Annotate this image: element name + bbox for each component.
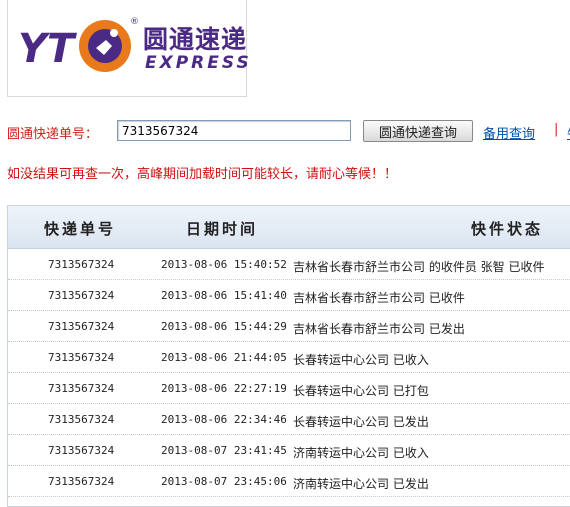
row-status: 吉林省长春市舒兰市公司 已收件	[293, 291, 465, 305]
logo-mark-text: YT	[18, 26, 77, 72]
tracking-search-bar: 圆通快递单号： 圆通快递查询 备用查询 | 牛	[7, 120, 570, 144]
row-tracking-no: 7313567324	[48, 382, 115, 395]
table-body: 7313567324 2013-08-06 15:40:52 吉林省长春市舒兰市公司…	[8, 249, 570, 497]
header-status: 快件状态	[471, 220, 544, 238]
svg-text:®: ®	[130, 17, 139, 27]
backup-query-link[interactable]: 备用查询	[483, 123, 535, 142]
tracking-number-input[interactable]	[117, 120, 351, 141]
row-status: 济南转运中心公司 已发出	[293, 477, 429, 491]
row-datetime: 2013-08-06 21:44:05	[161, 351, 287, 364]
table-row: 7313567324 2013-08-07 23:41:45 济南转运中心公司 已收…	[8, 435, 570, 466]
row-status: 吉林省长春市舒兰市公司 已发出	[293, 322, 465, 336]
row-tracking-no: 7313567324	[48, 413, 115, 426]
row-tracking-no: 7313567324	[48, 289, 115, 302]
table-row: 7313567324 2013-08-06 15:41:40 吉林省长春市舒兰市公司…	[8, 280, 570, 311]
row-datetime: 2013-08-07 23:41:45	[161, 444, 287, 457]
row-tracking-no: 7313567324	[48, 444, 115, 457]
row-datetime: 2013-08-07 23:45:06	[161, 475, 287, 488]
row-tracking-no: 7313567324	[48, 475, 115, 488]
row-datetime: 2013-08-06 22:34:46	[161, 413, 287, 426]
row-status: 长春转运中心公司 已打包	[293, 384, 429, 398]
brand-name-en: EXPRESS	[145, 53, 252, 73]
row-status: 吉林省长春市舒兰市公司 的收件员 张智 已收件	[293, 260, 545, 274]
table-header: 快递单号 日期时间 快件状态	[8, 206, 570, 249]
header-datetime: 日期时间	[186, 220, 259, 238]
row-tracking-no: 7313567324	[48, 258, 115, 271]
track-query-button[interactable]: 圆通快递查询	[363, 120, 473, 142]
tracking-result-table: 快递单号 日期时间 快件状态 7313567324 2013-08-06 15:4…	[7, 205, 570, 507]
row-tracking-no: 7313567324	[48, 351, 115, 364]
table-row: 7313567324 2013-08-06 21:44:05 长春转运中心公司 已收…	[8, 342, 570, 373]
table-row: 7313567324 2013-08-07 23:45:06 济南转运中心公司 已发…	[8, 466, 570, 497]
row-datetime: 2013-08-06 15:40:52	[161, 258, 287, 271]
link-separator: |	[554, 122, 559, 137]
table-row: 7313567324 2013-08-06 22:27:19 长春转运中心公司 已打…	[8, 373, 570, 404]
row-datetime: 2013-08-06 15:44:29	[161, 320, 287, 333]
header-tracking-no: 快递单号	[44, 220, 117, 238]
row-status: 济南转运中心公司 已收入	[293, 446, 429, 460]
table-row: 7313567324 2013-08-06 15:44:29 吉林省长春市舒兰市公司…	[8, 311, 570, 342]
tracking-number-label: 圆通快递单号：	[7, 127, 99, 142]
reload-notice: 如没结果可再查一次，高峰期间加载时间可能较长，请耐心等候！！	[7, 167, 398, 182]
table-row: 7313567324 2013-08-06 22:34:46 长春转运中心公司 已发…	[8, 404, 570, 435]
row-datetime: 2013-08-06 22:27:19	[161, 382, 287, 395]
table-row: 7313567324 2013-08-06 15:40:52 吉林省长春市舒兰市公司…	[8, 249, 570, 280]
yto-logo: YT ® 圆通速递 EXPRESS	[7, 0, 249, 97]
row-tracking-no: 7313567324	[48, 320, 115, 333]
row-datetime: 2013-08-06 15:41:40	[161, 289, 287, 302]
brand-name-cn: 圆通速递	[143, 25, 248, 54]
row-status: 长春转运中心公司 已收入	[293, 353, 429, 367]
row-status: 长春转运中心公司 已发出	[293, 415, 429, 429]
